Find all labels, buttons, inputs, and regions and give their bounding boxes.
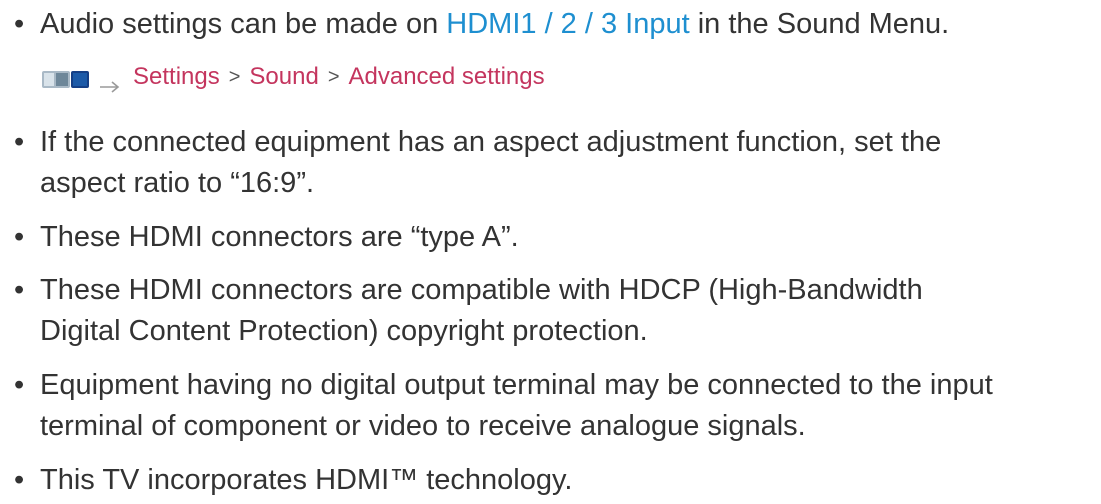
bullet-glyph: • — [14, 126, 25, 158]
list-item: • Equipment having no digital output ter… — [14, 365, 1091, 447]
list-item: • If the connected equipment has an aspe… — [14, 122, 1091, 204]
breadcrumb-sound[interactable]: Sound — [249, 60, 318, 94]
document-page: • Audio settings can be made on HDMI1 / … — [0, 0, 1101, 504]
item-text-line: Equipment having no digital output termi… — [40, 369, 993, 401]
bullet-glyph: • — [14, 369, 25, 401]
item-text-line: These HDMI connectors are “type A”. — [40, 221, 519, 253]
menu-path: Settings > Sound > Advanced settings — [41, 60, 545, 94]
breadcrumb-advanced-settings[interactable]: Advanced settings — [349, 60, 545, 94]
breadcrumb-separator: > — [228, 66, 241, 88]
item-text-line: These HDMI connectors are compatible wit… — [40, 274, 923, 306]
item-text-line: aspect ratio to “16:9”. — [40, 167, 315, 199]
bullet-glyph: • — [14, 8, 25, 40]
item-text-line: If the connected equipment has an aspect… — [40, 126, 942, 158]
item-text-line: This TV incorporates HDMI™ technology. — [40, 464, 573, 496]
breadcrumb-separator: > — [327, 66, 340, 88]
bullet-glyph: • — [14, 274, 25, 306]
bullet-glyph: • — [14, 221, 25, 253]
item-text-line: Digital Content Protection) copyright pr… — [40, 315, 648, 347]
list-item: • These HDMI connectors are compatible w… — [14, 270, 1091, 352]
breadcrumb-settings[interactable]: Settings — [133, 60, 220, 94]
item-text-part: Audio settings can be made on — [40, 8, 447, 40]
list-item: • Audio settings can be made on HDMI1 / … — [14, 4, 1091, 45]
item-text: Audio settings can be made on HDMI1 / 2 … — [40, 4, 1091, 45]
arrow-right-icon — [99, 70, 121, 93]
list-item: • These HDMI connectors are “type A”. — [14, 217, 1091, 258]
list-item: • This TV incorporates HDMI™ technology. — [14, 460, 1091, 501]
item-text-part: in the Sound Menu. — [689, 8, 950, 40]
item-text-line: terminal of component or video to receiv… — [40, 410, 806, 442]
hdmi-input-link[interactable]: HDMI1 / 2 / 3 Input — [446, 8, 689, 40]
bullet-glyph: • — [14, 464, 25, 496]
menu-button-icon — [41, 66, 91, 88]
